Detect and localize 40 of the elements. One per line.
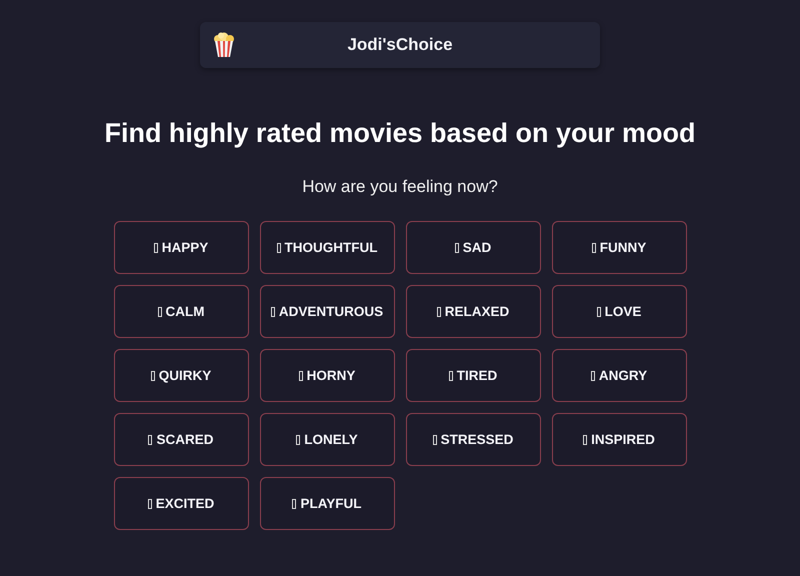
missing-glyph-icon: [148, 498, 152, 508]
mood-button[interactable]: HORNY: [260, 349, 394, 402]
missing-glyph-icon: [276, 242, 280, 252]
mood-button[interactable]: LONELY: [260, 413, 394, 466]
mood-question: How are you feeling now?: [302, 177, 498, 197]
missing-glyph-icon: [596, 306, 601, 316]
missing-glyph-icon: [298, 370, 303, 380]
missing-glyph-icon: [590, 370, 595, 380]
mood-button[interactable]: FUNNY: [552, 221, 686, 274]
missing-glyph-icon: [592, 242, 596, 252]
mood-button[interactable]: LOVE: [552, 285, 686, 338]
missing-glyph-icon: [148, 434, 152, 444]
mood-button[interactable]: QUIRKY: [114, 349, 248, 402]
missing-glyph-icon: [454, 242, 459, 252]
mood-button[interactable]: STRESSED: [406, 413, 540, 466]
missing-glyph-icon: [296, 434, 300, 444]
missing-glyph-icon: [158, 306, 162, 316]
page-heading: Find highly rated movies based on your mood: [104, 118, 696, 149]
missing-glyph-icon: [432, 434, 437, 444]
mood-button[interactable]: SAD: [406, 221, 540, 274]
mood-button[interactable]: SCARED: [114, 413, 248, 466]
missing-glyph-icon: [154, 242, 158, 252]
missing-glyph-icon: [150, 370, 155, 380]
mood-button[interactable]: CALM: [114, 285, 248, 338]
mood-button[interactable]: ADVENTUROUS: [260, 285, 394, 338]
mood-button[interactable]: HAPPY: [114, 221, 248, 274]
mood-button[interactable]: TIRED: [406, 349, 540, 402]
missing-glyph-icon: [583, 434, 588, 444]
mood-button[interactable]: RELAXED: [406, 285, 540, 338]
mood-button[interactable]: THOUGHTFUL: [260, 221, 394, 274]
popcorn-icon[interactable]: [212, 32, 236, 58]
missing-glyph-icon: [270, 306, 275, 316]
missing-glyph-icon: [292, 498, 296, 508]
mood-button[interactable]: ANGRY: [552, 349, 686, 402]
mood-button[interactable]: PLAYFUL: [260, 477, 394, 530]
mood-button[interactable]: EXCITED: [114, 477, 248, 530]
missing-glyph-icon: [436, 306, 441, 316]
mood-button[interactable]: INSPIRED: [552, 413, 686, 466]
site-title: Jodi'sChoice: [346, 35, 454, 55]
missing-glyph-icon: [448, 370, 453, 380]
